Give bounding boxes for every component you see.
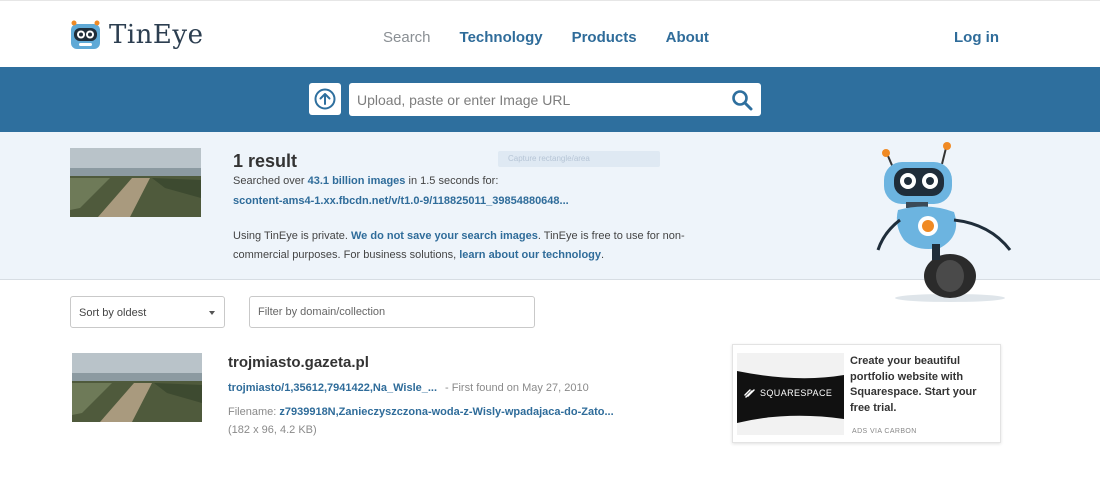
sort-dropdown[interactable]: Sort by oldest xyxy=(70,296,225,328)
image-dimensions: (182 x 96, 4.2 KB) xyxy=(228,424,317,436)
login-link[interactable]: Log in xyxy=(954,29,999,46)
filter-input[interactable] xyxy=(249,296,535,328)
nav-products[interactable]: Products xyxy=(572,29,637,46)
nav-about[interactable]: About xyxy=(666,29,709,46)
result-summary: 1 result Searched over 43.1 billion imag… xyxy=(0,132,1100,302)
upload-arrow-icon xyxy=(314,88,336,110)
ad-copy[interactable]: Create your beautiful portfolio website … xyxy=(850,354,995,416)
capture-overlay: Capture rectangle/area xyxy=(498,151,660,167)
search-icon[interactable] xyxy=(731,89,753,111)
privacy-text-1: Using TinEye is private. xyxy=(233,230,351,242)
main-nav: Search Technology Products About xyxy=(383,29,738,46)
search-band xyxy=(0,67,1100,132)
ad-via-carbon[interactable]: ADS VIA CARBON xyxy=(852,428,917,435)
squarespace-brand: SQUARESPACE xyxy=(743,388,832,398)
robot-mascot-icon xyxy=(876,142,1012,302)
nav-search[interactable]: Search xyxy=(383,29,431,46)
tineye-logo[interactable]: TinEye xyxy=(70,18,203,52)
filename-label: Filename: xyxy=(228,406,280,418)
query-image-thumbnail xyxy=(70,148,201,217)
searched-suffix: in 1.5 seconds for: xyxy=(405,175,499,187)
top-header: TinEye Search Technology Products About … xyxy=(0,0,1100,67)
carbon-ad[interactable]: SQUARESPACE Create your beautiful portfo… xyxy=(732,344,1001,443)
result-count: 1 result xyxy=(233,151,298,171)
searched-prefix: Searched over xyxy=(233,175,308,187)
first-found-date: - First found on May 27, 2010 xyxy=(445,382,589,394)
searched-count: 43.1 billion images xyxy=(307,175,406,187)
query-url-link[interactable]: scontent-ams4-1.xx.fbcdn.net/v/t1.0-9/11… xyxy=(233,195,569,207)
upload-button[interactable] xyxy=(309,83,341,115)
searched-info: Searched over 43.1 billion images in 1.5… xyxy=(233,175,498,187)
squarespace-logo-icon xyxy=(744,389,755,398)
technology-link[interactable]: learn about our technology xyxy=(459,249,601,261)
robot-logo-icon xyxy=(71,20,100,49)
search-field xyxy=(349,83,761,116)
ad-brand-text: SQUARESPACE xyxy=(760,388,833,398)
privacy-notice: Using TinEye is private. We do not save … xyxy=(233,227,693,265)
logo-text: TinEye xyxy=(109,20,204,50)
match-page-link[interactable]: trojmiasto/1,35612,7941422,Na_Wisle_... xyxy=(228,382,437,394)
chevron-down-icon xyxy=(209,311,215,315)
privacy-text-3: . xyxy=(601,249,605,261)
match-thumbnail[interactable] xyxy=(72,353,202,422)
no-save-link[interactable]: We do not save your search images xyxy=(351,230,538,242)
nav-technology[interactable]: Technology xyxy=(460,29,543,46)
match-link-line: trojmiasto/1,35612,7941422,Na_Wisle_... -… xyxy=(228,382,589,394)
ad-image[interactable]: SQUARESPACE xyxy=(737,353,844,435)
sort-label: Sort by oldest xyxy=(79,307,147,319)
match-domain: trojmiasto.gazeta.pl xyxy=(228,354,369,371)
filename-link[interactable]: z7939918N,Zanieczyszczona-woda-z-Wisly-w… xyxy=(279,406,613,418)
match-filename-line: Filename: z7939918N,Zanieczyszczona-woda… xyxy=(228,406,614,418)
search-input[interactable] xyxy=(349,83,719,116)
